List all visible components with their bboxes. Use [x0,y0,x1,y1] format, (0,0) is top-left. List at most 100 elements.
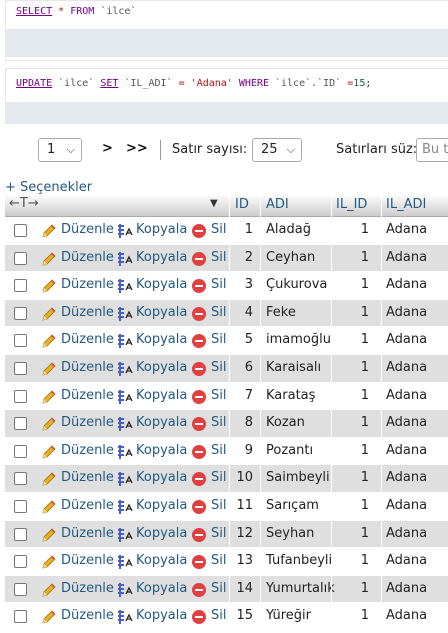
copy-icon[interactable] [117,223,133,239]
delete-link[interactable]: Sil [211,498,226,513]
row-checkbox[interactable] [14,527,27,541]
delete-link[interactable]: Sil [211,470,226,485]
cell-adi[interactable]: imamoğlu [266,332,331,347]
copy-link[interactable]: Kopyala [136,553,187,568]
pencil-icon[interactable] [41,582,57,598]
sort-dropdown-icon[interactable]: ▼ [210,198,218,209]
delete-icon[interactable] [192,555,206,570]
copy-icon[interactable] [117,471,133,487]
cell-adi[interactable]: Saimbeyli [266,470,330,485]
cell-id[interactable]: 13 [231,553,253,568]
cell-il-adi[interactable]: Adana [386,388,427,403]
delete-icon[interactable] [192,417,206,432]
copy-icon[interactable] [117,416,133,432]
copy-icon[interactable] [117,333,133,349]
delete-icon[interactable] [192,334,206,349]
cell-adi[interactable]: Pozantı [266,443,313,458]
next-page-button[interactable]: > [102,141,113,156]
copy-link[interactable]: Kopyala [136,277,187,292]
cell-id[interactable]: 7 [231,388,253,403]
delete-link[interactable]: Sil [211,305,226,320]
edit-link[interactable]: Düzenle [61,470,114,485]
row-checkbox[interactable] [14,499,27,513]
row-checkbox[interactable] [14,389,27,403]
cell-il-adi[interactable]: Adana [386,581,427,596]
filter-rows-input[interactable]: Bu ta [416,138,448,162]
copy-link[interactable]: Kopyala [136,443,187,458]
cell-il-id[interactable]: 1 [335,581,369,596]
copy-link[interactable]: Kopyala [136,388,187,403]
cell-il-id[interactable]: 1 [335,388,369,403]
delete-icon[interactable] [192,499,206,514]
row-checkbox[interactable] [14,444,27,458]
delete-link[interactable]: Sil [211,526,226,541]
pencil-icon[interactable] [41,609,57,625]
row-checkbox[interactable] [14,334,27,348]
cell-id[interactable]: 5 [231,332,253,347]
copy-link[interactable]: Kopyala [136,360,187,375]
copy-link[interactable]: Kopyala [136,498,187,513]
edit-link[interactable]: Düzenle [61,250,114,265]
cell-id[interactable]: 4 [231,305,253,320]
pencil-icon[interactable] [41,251,57,267]
cell-id[interactable]: 9 [231,443,253,458]
cell-il-adi[interactable]: Adana [386,526,427,541]
row-checkbox[interactable] [14,472,27,486]
cell-il-id[interactable]: 1 [335,222,369,237]
row-checkbox[interactable] [14,417,27,431]
cell-adi[interactable]: Kozan [266,415,305,430]
cell-il-adi[interactable]: Adana [386,277,427,292]
cell-il-id[interactable]: 1 [335,553,369,568]
cell-il-id[interactable]: 1 [335,305,369,320]
delete-link[interactable]: Sil [211,277,226,292]
delete-link[interactable]: Sil [211,581,226,596]
cell-il-id[interactable]: 1 [335,608,369,623]
cell-id[interactable]: 15 [231,608,253,623]
delete-icon[interactable] [192,582,206,597]
cell-il-adi[interactable]: Adana [386,360,427,375]
pencil-icon[interactable] [41,389,57,405]
row-checkbox[interactable] [14,582,27,596]
copy-icon[interactable] [117,306,133,322]
sql-keyword[interactable]: SELECT [16,6,52,17]
copy-icon[interactable] [117,554,133,570]
edit-link[interactable]: Düzenle [61,360,114,375]
copy-icon[interactable] [117,278,133,294]
delete-link[interactable]: Sil [211,250,226,265]
copy-icon[interactable] [117,609,133,625]
cell-adi[interactable]: Seyhan [266,526,314,541]
edit-link[interactable]: Düzenle [61,581,114,596]
column-header-il-id[interactable]: IL_ID [336,197,367,212]
cell-il-id[interactable]: 1 [335,443,369,458]
row-checkbox[interactable] [14,251,27,265]
delete-icon[interactable] [192,389,206,404]
cell-il-id[interactable]: 1 [335,332,369,347]
cell-id[interactable]: 1 [231,222,253,237]
cell-id[interactable]: 12 [231,526,253,541]
sql-keyword[interactable]: UPDATE [16,78,52,89]
page-select[interactable]: 1 ⌵ [38,138,82,162]
cell-adi[interactable]: Karaisalı [266,360,321,375]
sql-keyword[interactable]: SET [100,78,118,89]
edit-link[interactable]: Düzenle [61,498,114,513]
cell-il-id[interactable]: 1 [335,250,369,265]
rows-count-select[interactable]: 25 ⌵ [252,138,302,162]
edit-link[interactable]: Düzenle [61,332,114,347]
delete-link[interactable]: Sil [211,332,226,347]
pencil-icon[interactable] [41,499,57,515]
copy-icon[interactable] [117,389,133,405]
pencil-icon[interactable] [41,361,57,377]
delete-icon[interactable] [192,306,206,321]
copy-icon[interactable] [117,582,133,598]
cell-adi[interactable]: Sarıçam [266,498,319,513]
copy-icon[interactable] [117,444,133,460]
column-resize-arrows-icon[interactable]: ←T→ [9,196,39,211]
pencil-icon[interactable] [41,333,57,349]
copy-icon[interactable] [117,527,133,543]
delete-icon[interactable] [192,472,206,487]
pencil-icon[interactable] [41,554,57,570]
cell-il-adi[interactable]: Adana [386,608,427,623]
row-checkbox[interactable] [14,306,27,320]
edit-link[interactable]: Düzenle [61,277,114,292]
cell-adi[interactable]: Ceyhan [266,250,315,265]
